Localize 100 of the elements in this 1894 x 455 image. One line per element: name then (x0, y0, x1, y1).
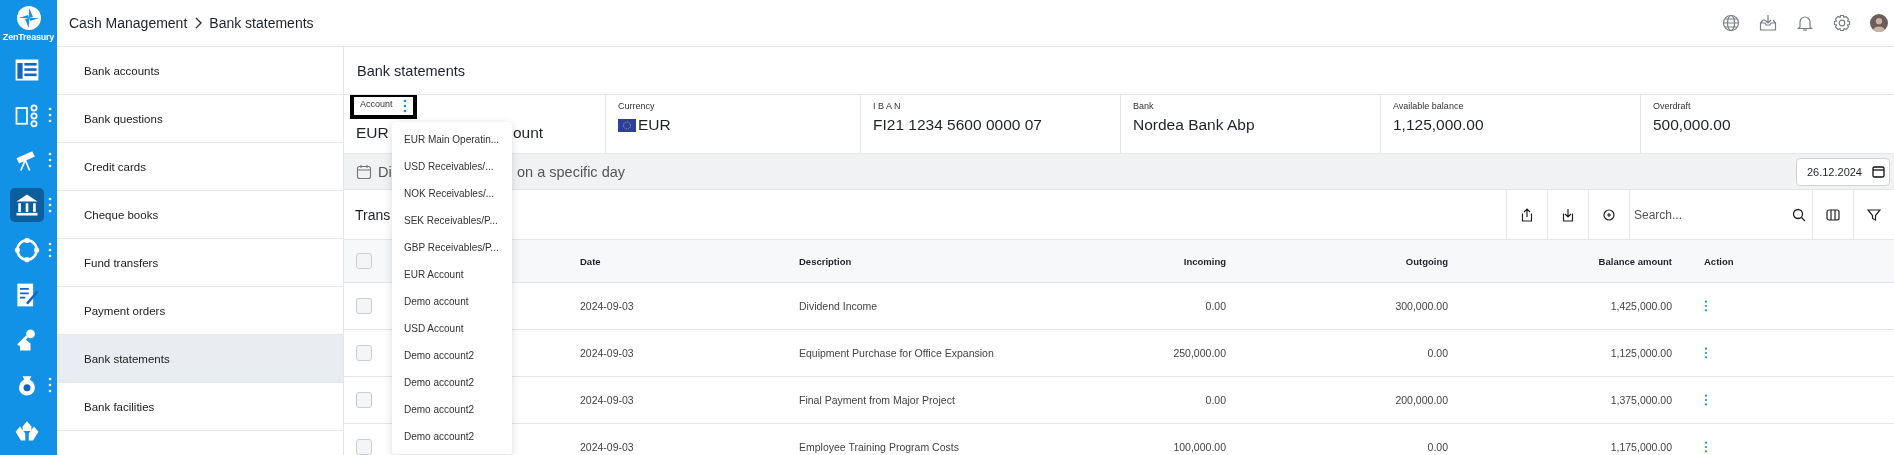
table-cell: Equipment Purchase for Office Expansion (799, 347, 994, 359)
menu-item[interactable]: Demo account2 (404, 377, 475, 388)
column-header: Action (1704, 255, 1734, 267)
table-cell: 1,425,000.00 (1610, 300, 1672, 312)
submenu-item[interactable]: Credit cards (57, 143, 343, 191)
kebab-icon[interactable] (48, 151, 52, 168)
search-field[interactable]: Search... (1634, 207, 1774, 222)
section-title: on a specific day (517, 163, 625, 180)
filter-icon (1867, 207, 1881, 222)
globe-icon[interactable] (1722, 14, 1740, 32)
kebab-icon[interactable] (1704, 441, 1708, 453)
table-cell: 0.00 (1205, 394, 1226, 406)
menu-item[interactable]: SEK Receivables/P... (404, 215, 498, 226)
download-tray-icon[interactable] (1759, 14, 1777, 32)
submenu-item[interactable]: Bank facilities (57, 383, 343, 431)
table-cell: Dividend Income (799, 300, 878, 312)
table-cell: 1,175,000.00 (1610, 441, 1672, 453)
table-cell: 0.00 (1205, 300, 1226, 312)
field-label: Available balance (1393, 101, 1464, 111)
table-cell: 0.00 (1427, 441, 1448, 453)
table-cell: 2024-09-03 (580, 300, 634, 312)
kebab-icon[interactable] (1704, 300, 1708, 312)
menu-item[interactable]: EUR Main Operatin... (404, 134, 500, 145)
column-header: Date (580, 255, 601, 267)
brand-name: ZenTreasury (2, 32, 55, 42)
column-header: Balance amount (1598, 255, 1672, 267)
submenu-item[interactable]: Bank statements (57, 335, 343, 383)
column-header: Incoming (1183, 255, 1226, 267)
field-label: I B A N (873, 101, 901, 111)
column-header: Outgoing (1405, 255, 1448, 267)
table-cell: 100,000.00 (1173, 441, 1226, 453)
upload-icon (1520, 207, 1534, 222)
date-field[interactable]: 26.12.2024 (1795, 157, 1890, 186)
plus-circle-icon (1602, 207, 1616, 222)
field-value: ount (513, 124, 544, 142)
chevron-right-icon (193, 17, 204, 29)
submenu-item[interactable]: Cheque books (57, 191, 343, 239)
flag-icon (618, 118, 636, 132)
search-icon[interactable] (1792, 207, 1806, 222)
breadcrumb-item[interactable]: Cash Management (69, 15, 188, 31)
checkbox[interactable] (356, 253, 372, 269)
network-icon (13, 235, 41, 264)
kebab-icon[interactable] (48, 241, 52, 258)
checkbox[interactable] (356, 439, 372, 455)
breadcrumb-item: Bank statements (209, 15, 314, 31)
calendar-icon (356, 163, 372, 180)
menu-item[interactable]: Demo account2 (404, 431, 475, 442)
submenu-item[interactable]: Bank questions (57, 95, 343, 143)
menu-item[interactable]: NOK Receivables/... (404, 188, 495, 199)
settings-icon[interactable] (1833, 14, 1851, 32)
menu-item[interactable]: Demo account2 (404, 350, 475, 361)
menu-item[interactable]: GBP Receivables/P... (404, 242, 499, 253)
field-value: EUR (638, 116, 671, 134)
nav-rail-item[interactable] (10, 187, 44, 222)
kebab-icon[interactable] (1704, 394, 1708, 406)
menu-item[interactable]: Demo account2 (404, 404, 475, 415)
field-label: Bank (1133, 101, 1154, 111)
checkbox[interactable] (356, 345, 372, 361)
avatar[interactable] (1870, 14, 1888, 32)
kebab-icon[interactable] (48, 196, 52, 213)
page-title: Bank statements (344, 47, 1894, 95)
table-cell: 1,125,000.00 (1610, 347, 1672, 359)
menu-item[interactable]: Demo account (404, 296, 469, 307)
columns-icon (1826, 207, 1840, 222)
submenu-item[interactable]: Bank accounts (57, 47, 343, 95)
bell-icon[interactable] (1796, 14, 1814, 32)
field-value: 500,000.00 (1653, 116, 1731, 134)
submenu-item[interactable]: Fund transfers (57, 239, 343, 287)
table-cell: Final Payment from Major Project (799, 394, 955, 406)
table-cell: 2024-09-03 (580, 394, 634, 406)
kebab-icon[interactable] (402, 99, 407, 113)
table-cell: 0.00 (1427, 347, 1448, 359)
field-label: Account (360, 99, 393, 109)
table-cell: 2024-09-03 (580, 441, 634, 453)
field-value: Nordea Bank Abp (1133, 116, 1255, 134)
field-label: Overdraft (1653, 101, 1691, 111)
menu-item[interactable]: EUR Account (404, 269, 464, 280)
kebab-icon[interactable] (48, 376, 52, 393)
table-cell: 2024-09-03 (580, 347, 634, 359)
kebab-icon[interactable] (48, 106, 52, 123)
table-cell: 200,000.00 (1395, 394, 1448, 406)
download-icon (1561, 207, 1575, 222)
column-header: Description (799, 255, 852, 267)
field-value: EUR (356, 124, 389, 141)
checkbox[interactable] (356, 298, 372, 314)
logo-icon (14, 5, 43, 31)
table-cell: 250,000.00 (1173, 347, 1226, 359)
menu-item[interactable]: USD Receivables/... (404, 161, 494, 172)
field-value: 1,125,000.00 (1393, 116, 1484, 134)
section-title: Trans (355, 206, 391, 223)
table-cell: 1,375,000.00 (1610, 394, 1672, 406)
section-title: Di (378, 163, 392, 180)
table-cell: 300,000.00 (1395, 300, 1448, 312)
checkbox[interactable] (356, 392, 372, 408)
field-label: Currency (618, 101, 655, 111)
calendar-icon[interactable] (1872, 165, 1885, 178)
menu-item[interactable]: USD Account (404, 323, 464, 334)
kebab-icon[interactable] (1704, 347, 1708, 359)
field-value: FI21 1234 5600 0000 07 (873, 116, 1042, 134)
table-cell: Employee Training Program Costs (799, 441, 959, 453)
